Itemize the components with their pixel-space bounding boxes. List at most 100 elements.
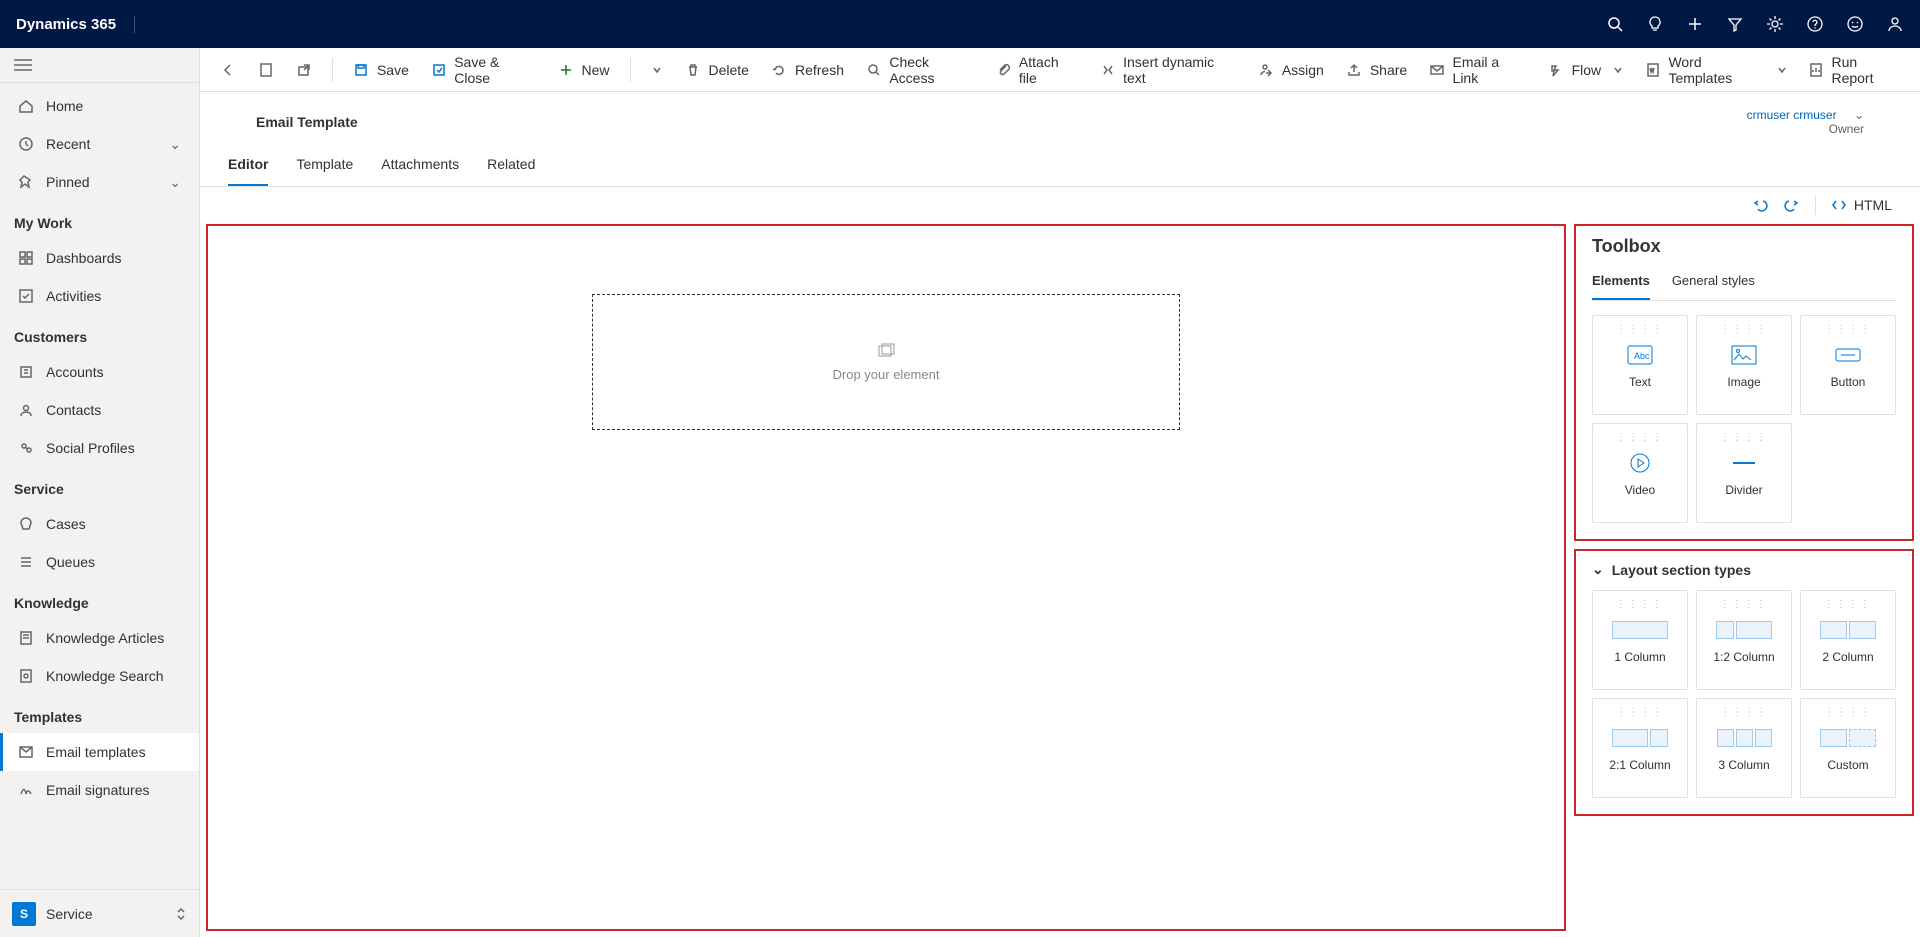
- insert-dynamic-label: Insert dynamic text: [1123, 54, 1236, 86]
- nav-email-templates-label: Email templates: [46, 744, 146, 760]
- area-letter: S: [12, 902, 36, 926]
- nav-dashboards[interactable]: Dashboards: [0, 239, 199, 277]
- nav-email-signatures[interactable]: Email signatures: [0, 771, 199, 809]
- open-new-window-button[interactable]: [288, 54, 320, 86]
- check-access-label: Check Access: [889, 54, 973, 86]
- insert-dynamic-button[interactable]: Insert dynamic text: [1092, 54, 1244, 86]
- element-divider[interactable]: ⋮⋮⋮⋮Divider: [1696, 423, 1792, 523]
- toolbox-panel: Toolbox Elements General styles ⋮⋮⋮⋮AbcT…: [1574, 224, 1914, 541]
- nav-email-templates[interactable]: Email templates: [0, 733, 199, 771]
- share-button[interactable]: Share: [1338, 54, 1415, 86]
- new-button[interactable]: New: [550, 54, 618, 86]
- filter-icon[interactable]: [1726, 15, 1744, 33]
- refresh-label: Refresh: [795, 62, 844, 78]
- tab-attachments[interactable]: Attachments: [381, 148, 459, 186]
- layout-custom[interactable]: ⋮⋮⋮⋮Custom: [1800, 698, 1896, 798]
- area-switcher[interactable]: S Service: [0, 889, 199, 937]
- nav-contacts[interactable]: Contacts: [0, 391, 199, 429]
- search-icon[interactable]: [1606, 15, 1624, 33]
- design-canvas[interactable]: Drop your element: [206, 224, 1566, 931]
- save-button[interactable]: Save: [345, 54, 417, 86]
- drop-zone[interactable]: Drop your element: [592, 294, 1180, 430]
- chevron-down-icon: ⌄: [169, 136, 181, 153]
- tab-related[interactable]: Related: [487, 148, 535, 186]
- tab-editor[interactable]: Editor: [228, 148, 268, 186]
- nav-accounts[interactable]: Accounts: [0, 353, 199, 391]
- command-bar: Save Save & Close New Delete Refresh Che…: [200, 48, 1920, 92]
- nav-group-mywork: My Work: [0, 201, 199, 239]
- nav-knowledge-articles[interactable]: Knowledge Articles: [0, 619, 199, 657]
- nav-ksearch-label: Knowledge Search: [46, 668, 164, 684]
- nav-queues-label: Queues: [46, 554, 95, 570]
- save-close-label: Save & Close: [454, 54, 535, 86]
- email-link-button[interactable]: Email a Link: [1421, 54, 1533, 86]
- word-templates-button[interactable]: Word Templates: [1637, 54, 1794, 86]
- element-text[interactable]: ⋮⋮⋮⋮AbcText: [1592, 315, 1688, 415]
- area-label: Service: [46, 906, 93, 922]
- nav-social-label: Social Profiles: [46, 440, 135, 456]
- nav-pinned[interactable]: Pinned⌄: [0, 163, 199, 201]
- html-label: HTML: [1854, 197, 1892, 213]
- owner-name[interactable]: crmuser crmuser: [1747, 108, 1837, 122]
- save-close-button[interactable]: Save & Close: [423, 54, 544, 86]
- run-report-button[interactable]: Run Report: [1800, 54, 1908, 86]
- owner-chevron-icon[interactable]: ⌄: [1854, 108, 1864, 122]
- tab-template[interactable]: Template: [296, 148, 353, 186]
- new-dropdown[interactable]: [643, 54, 671, 86]
- assign-button[interactable]: Assign: [1250, 54, 1332, 86]
- help-icon[interactable]: [1806, 15, 1824, 33]
- nav-queues[interactable]: Queues: [0, 543, 199, 581]
- owner-field[interactable]: crmuser crmuser ⌄ Owner: [1747, 108, 1892, 136]
- left-nav: Home Recent⌄ Pinned⌄ My Work Dashboards …: [0, 48, 200, 937]
- attach-file-label: Attach file: [1019, 54, 1078, 86]
- check-access-button[interactable]: Check Access: [858, 54, 982, 86]
- nav-cases[interactable]: Cases: [0, 505, 199, 543]
- user-icon[interactable]: [1886, 15, 1904, 33]
- word-templates-label: Word Templates: [1668, 54, 1764, 86]
- form-tabs: Editor Template Attachments Related: [200, 148, 1920, 187]
- smile-icon[interactable]: [1846, 15, 1864, 33]
- drop-text: Drop your element: [833, 367, 940, 382]
- element-image[interactable]: ⋮⋮⋮⋮Image: [1696, 315, 1792, 415]
- svg-text:Abc: Abc: [1634, 351, 1650, 361]
- gear-icon[interactable]: [1766, 15, 1784, 33]
- attach-file-button[interactable]: Attach file: [988, 54, 1086, 86]
- nav-group-templates: Templates: [0, 695, 199, 733]
- nav-email-signatures-label: Email signatures: [46, 782, 150, 798]
- new-label: New: [582, 62, 610, 78]
- html-button[interactable]: HTML: [1830, 196, 1892, 214]
- drop-icon: [877, 343, 895, 359]
- delete-button[interactable]: Delete: [677, 54, 757, 86]
- chevron-down-icon: ⌄: [1592, 561, 1604, 578]
- toolbox-tab-general-styles[interactable]: General styles: [1672, 267, 1755, 300]
- lightbulb-icon[interactable]: [1646, 15, 1664, 33]
- element-video[interactable]: ⋮⋮⋮⋮Video: [1592, 423, 1688, 523]
- nav-recent[interactable]: Recent⌄: [0, 125, 199, 163]
- redo-button[interactable]: [1783, 196, 1801, 214]
- layout-3-column[interactable]: ⋮⋮⋮⋮3 Column: [1696, 698, 1792, 798]
- element-button[interactable]: ⋮⋮⋮⋮Button: [1800, 315, 1896, 415]
- undo-button[interactable]: [1751, 196, 1769, 214]
- refresh-button[interactable]: Refresh: [763, 54, 852, 86]
- nav-group-customers: Customers: [0, 315, 199, 353]
- owner-label: Owner: [1747, 122, 1864, 136]
- nav-social-profiles[interactable]: Social Profiles: [0, 429, 199, 467]
- toolbox-tab-elements[interactable]: Elements: [1592, 267, 1650, 300]
- layout-2-1-column[interactable]: ⋮⋮⋮⋮2:1 Column: [1592, 698, 1688, 798]
- nav-activities[interactable]: Activities: [0, 277, 199, 315]
- back-button[interactable]: [212, 54, 244, 86]
- chevron-down-icon: ⌄: [169, 174, 181, 191]
- panel-button[interactable]: [250, 54, 282, 86]
- hamburger-icon[interactable]: [14, 58, 185, 72]
- layout-1-column[interactable]: ⋮⋮⋮⋮1 Column: [1592, 590, 1688, 690]
- layout-section-header[interactable]: ⌄ Layout section types: [1592, 561, 1896, 578]
- layout-1-2-column[interactable]: ⋮⋮⋮⋮1:2 Column: [1696, 590, 1792, 690]
- nav-dashboards-label: Dashboards: [46, 250, 122, 266]
- nav-knowledge-search[interactable]: Knowledge Search: [0, 657, 199, 695]
- layout-2-column[interactable]: ⋮⋮⋮⋮2 Column: [1800, 590, 1896, 690]
- nav-home[interactable]: Home: [0, 87, 199, 125]
- nav-accounts-label: Accounts: [46, 364, 104, 380]
- nav-karticles-label: Knowledge Articles: [46, 630, 164, 646]
- flow-button[interactable]: Flow: [1540, 54, 1632, 86]
- plus-icon[interactable]: [1686, 15, 1704, 33]
